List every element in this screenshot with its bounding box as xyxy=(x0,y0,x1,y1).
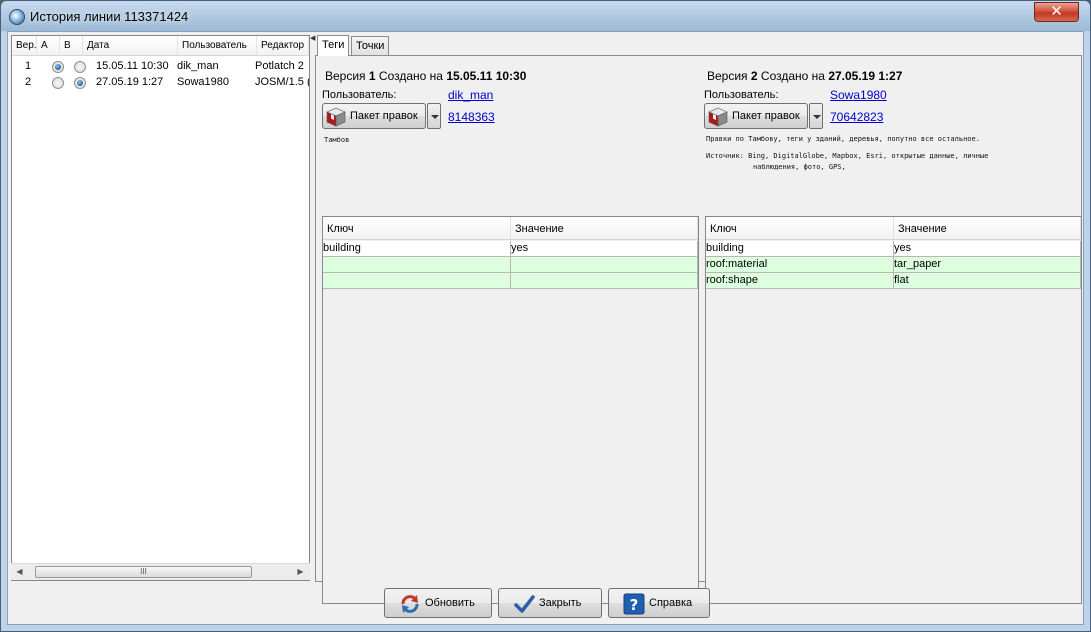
history-row[interactable]: 1 15.05.11 10:30 dik_man Potlatch 2 xyxy=(12,59,309,74)
tag-value: yes xyxy=(511,241,698,257)
tags-tab-panel: Версия 1 Создано на 15.05.11 10:30 Польз… xyxy=(315,55,1082,604)
tag-key: roof:shape xyxy=(706,273,894,289)
left-tags-table[interactable]: Ключ Значение building yes xyxy=(322,216,699,604)
column-header-date[interactable]: Дата xyxy=(83,36,178,56)
tag-value xyxy=(511,273,698,289)
refresh-button[interactable]: Обновить xyxy=(384,588,492,618)
dialog-content: Вер. A B Дата Пользователь Редактор 1 15… xyxy=(7,31,1084,625)
version-history-table[interactable]: Вер. A B Дата Пользователь Редактор 1 15… xyxy=(11,35,310,581)
tag-value: yes xyxy=(894,241,1081,257)
right-changeset-button[interactable]: Пакет правок xyxy=(704,103,808,129)
left-changeset-label: Пакет правок xyxy=(350,110,418,122)
scroll-right-arrow-icon[interactable]: ▶ xyxy=(292,564,309,580)
table-row[interactable] xyxy=(323,273,698,289)
tag-key xyxy=(323,273,511,289)
version-date: 15.05.11 10:30 xyxy=(96,60,169,72)
left-changeset-comment: Тамбов xyxy=(324,136,350,144)
help-label: Справка xyxy=(649,597,693,609)
table-row[interactable] xyxy=(323,257,698,273)
tag-key: roof:material xyxy=(706,257,894,273)
right-key-header[interactable]: Ключ xyxy=(706,217,894,240)
history-row[interactable]: 2 27.05.19 1:27 Sowa1980 JOSM/1.5 ( xyxy=(12,75,309,90)
history-window: История линии 113371424 ✕ Вер. A B Дата … xyxy=(0,0,1091,632)
splitter-collapse-icon[interactable]: ◀ xyxy=(310,35,315,43)
version-user: Sowa1980 xyxy=(177,76,229,88)
column-header-b[interactable]: B xyxy=(60,36,83,56)
table-row[interactable]: roof:shape flat xyxy=(706,273,1081,289)
tag-key: building xyxy=(323,241,511,257)
changeset-cube-icon xyxy=(326,107,346,127)
version-number: 2 xyxy=(25,76,32,88)
scroll-thumb[interactable]: III xyxy=(35,566,252,578)
right-changeset-source-cont: наблюдения, фото, GPS, xyxy=(753,163,846,171)
left-changeset-button[interactable]: Пакет правок xyxy=(322,103,426,129)
right-changeset-label: Пакет правок xyxy=(732,110,800,122)
left-changeset-link[interactable]: 8148363 xyxy=(448,110,495,124)
tab-nodes[interactable]: Точки xyxy=(351,36,390,55)
tag-value: flat xyxy=(894,273,1081,289)
right-user-link[interactable]: Sowa1980 xyxy=(830,88,887,102)
title-bar[interactable]: История линии 113371424 ✕ xyxy=(1,1,1090,31)
right-changeset-source: Источник: Bing, DigitalGlobe, Mapbox, Es… xyxy=(706,152,989,160)
tab-tags[interactable]: Теги xyxy=(317,35,350,56)
left-key-header[interactable]: Ключ xyxy=(323,217,511,240)
horizontal-scrollbar[interactable]: ◀ III ▶ xyxy=(11,563,310,580)
right-version-header: Версия 2 Создано на 27.05.19 1:27 xyxy=(707,69,903,83)
close-button[interactable]: Закрыть xyxy=(498,588,602,618)
right-tags-table[interactable]: Ключ Значение building yes roof:material… xyxy=(705,216,1082,604)
question-icon: ? xyxy=(623,593,645,615)
scroll-left-arrow-icon[interactable]: ◀ xyxy=(11,564,28,580)
history-icon xyxy=(9,9,25,25)
left-changeset-dropdown-chevron-down-icon[interactable] xyxy=(427,103,441,129)
radio-a-version-2[interactable] xyxy=(52,77,64,89)
right-changeset-link[interactable]: 70642823 xyxy=(830,110,883,124)
refresh-icon xyxy=(401,595,419,613)
refresh-label: Обновить xyxy=(425,597,475,609)
left-value-header[interactable]: Значение xyxy=(511,217,698,240)
right-user-label: Пользователь: xyxy=(704,89,779,101)
window-title: История линии 113371424 xyxy=(30,9,189,24)
tag-key xyxy=(323,257,511,273)
right-changeset-dropdown-chevron-down-icon[interactable] xyxy=(809,103,823,129)
right-changeset-comment: Правки по Тамбову, теги у зданий, деревь… xyxy=(706,135,980,143)
table-row[interactable]: building yes xyxy=(706,241,1081,257)
right-value-header[interactable]: Значение xyxy=(894,217,1081,240)
version-number: 1 xyxy=(25,60,32,72)
tag-value xyxy=(511,257,698,273)
left-user-label: Пользователь: xyxy=(322,89,397,101)
version-user: dik_man xyxy=(177,60,219,72)
table-row[interactable]: building yes xyxy=(323,241,698,257)
help-button[interactable]: ? Справка xyxy=(608,588,710,618)
version-editor: JOSM/1.5 ( xyxy=(255,76,309,88)
changeset-cube-icon xyxy=(708,107,728,127)
radio-b-version-2[interactable] xyxy=(74,77,86,89)
left-version-header: Версия 1 Создано на 15.05.11 10:30 xyxy=(325,69,527,83)
tag-value: tar_paper xyxy=(894,257,1081,273)
radio-a-version-1[interactable] xyxy=(52,61,64,73)
window-close-button[interactable]: ✕ xyxy=(1034,2,1079,22)
left-user-link[interactable]: dik_man xyxy=(448,88,493,102)
table-row[interactable]: roof:material tar_paper xyxy=(706,257,1081,273)
svg-text:?: ? xyxy=(630,596,639,614)
column-header-version[interactable]: Вер. xyxy=(12,36,37,56)
version-date: 27.05.19 1:27 xyxy=(96,76,164,88)
checkmark-icon xyxy=(514,595,535,613)
radio-b-version-1[interactable] xyxy=(74,61,86,73)
tag-key: building xyxy=(706,241,894,257)
column-header-user[interactable]: Пользователь xyxy=(178,36,257,56)
column-header-editor[interactable]: Редактор xyxy=(257,36,309,56)
close-label: Закрыть xyxy=(539,597,582,609)
column-header-a[interactable]: A xyxy=(37,36,60,56)
version-editor: Potlatch 2 xyxy=(255,60,304,72)
